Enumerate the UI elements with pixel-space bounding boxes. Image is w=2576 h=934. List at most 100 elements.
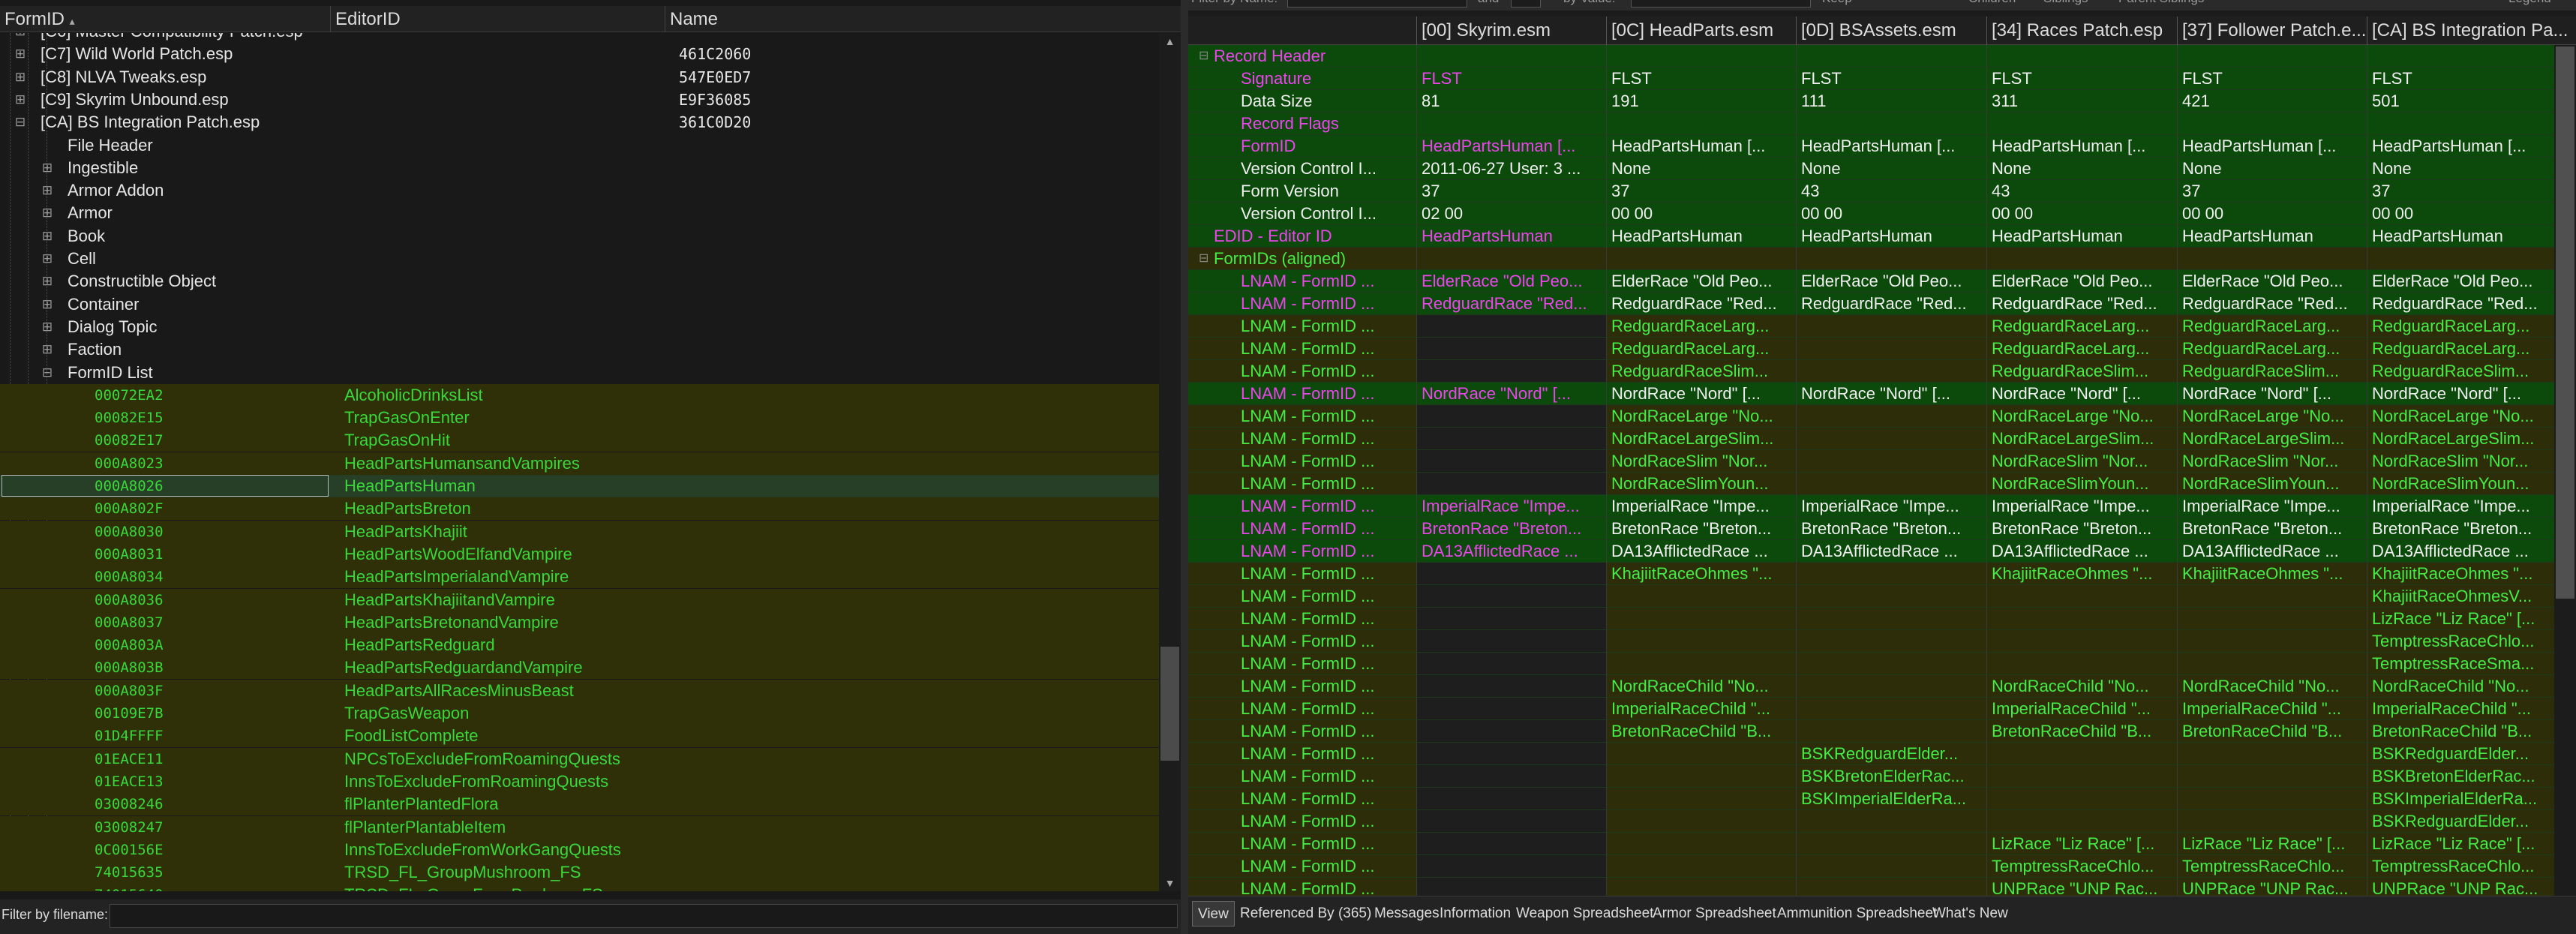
- grid-cell[interactable]: RedguardRace "Red...: [1416, 293, 1606, 315]
- grid-cell[interactable]: [1416, 45, 1606, 68]
- grid-cell[interactable]: BretonRace "Breton...: [1986, 518, 2177, 540]
- record-row[interactable]: 03008246 flPlanterPlantedFlora: [0, 793, 1159, 816]
- grid-cell[interactable]: FLST: [1606, 68, 1796, 90]
- grid-cell[interactable]: FLST: [1796, 68, 1986, 90]
- grid-cell[interactable]: [1796, 315, 1986, 338]
- grid-row[interactable]: LNAM - FormID ... KhajiitRaceOhmes "... Kh…: [1188, 563, 2554, 585]
- expand-icon[interactable]: ⊞: [41, 316, 54, 338]
- grid-cell[interactable]: NordRaceSlim "Nor...: [2367, 450, 2554, 473]
- grid-row[interactable]: LNAM - FormID ... ImperialRace "Impe... Im…: [1188, 495, 2554, 518]
- grid-cell[interactable]: [1796, 248, 1986, 270]
- filter-by-name-input[interactable]: [1287, 0, 1467, 8]
- plugin-row[interactable]: ⊞ [C9] Skyrim Unbound.esp E9F36085: [0, 89, 1159, 111]
- grid-cell[interactable]: [1416, 338, 1606, 360]
- grid-row[interactable]: FormID HeadPartsHuman [... HeadPartsHuman …: [1188, 135, 2554, 158]
- column-header-plugin[interactable]: [37] Follower Patch.e...: [2177, 17, 2367, 45]
- grid-cell[interactable]: 191: [1606, 90, 1796, 113]
- record-row[interactable]: 000A8031 HeadPartsWoodElfandVampire: [0, 542, 1159, 566]
- grid-cell[interactable]: HeadPartsHuman [...: [2177, 135, 2367, 158]
- grid-cell[interactable]: FLST: [1986, 68, 2177, 90]
- record-row[interactable]: 000A8023 HeadPartsHumansandVampires: [0, 452, 1159, 475]
- grid-cell[interactable]: [1416, 855, 1606, 878]
- grid-cell[interactable]: [1416, 113, 1606, 135]
- grid-row[interactable]: ⊟ FormIDs (aligned): [1188, 248, 2554, 270]
- grid-row[interactable]: LNAM - FormID ... RedguardRaceLarg... Redg…: [1188, 338, 2554, 360]
- grid-cell[interactable]: [1796, 45, 1986, 68]
- grid-cell[interactable]: [1416, 743, 1606, 765]
- group-row[interactable]: ⊟ FormID List: [0, 362, 1159, 384]
- grid-cell[interactable]: NordRaceLargeSlim...: [1606, 428, 1796, 450]
- expand-icon[interactable]: ⊞: [41, 338, 54, 361]
- record-row[interactable]: 000A803B HeadPartsRedguardandVampire: [0, 656, 1159, 680]
- grid-row[interactable]: LNAM - FormID ... LizRace "Liz Race" [...: [1188, 608, 2554, 630]
- grid-cell[interactable]: BretonRaceChild "B...: [2177, 720, 2367, 743]
- grid-row[interactable]: LNAM - FormID ... NordRaceChild "No... Nor…: [1188, 675, 2554, 698]
- grid-cell[interactable]: 37: [2177, 180, 2367, 203]
- grid-cell[interactable]: HeadPartsHuman: [2367, 225, 2554, 248]
- grid-cell[interactable]: RedguardRaceLarg...: [1986, 315, 2177, 338]
- grid-cell[interactable]: [1416, 653, 1606, 675]
- collapse-icon[interactable]: ⊟: [1199, 248, 1208, 269]
- grid-cell[interactable]: RedguardRace "Red...: [2367, 293, 2554, 315]
- grid-cell[interactable]: BretonRaceChild "B...: [1986, 720, 2177, 743]
- grid-cell[interactable]: LizRace "Liz Race" [...: [1986, 833, 2177, 855]
- grid-cell[interactable]: [1606, 855, 1796, 878]
- tab-messages[interactable]: Messages: [1369, 901, 1445, 926]
- grid-cell[interactable]: 37: [1606, 180, 1796, 203]
- grid-row[interactable]: LNAM - FormID ... DA13AfflictedRace ... DA…: [1188, 540, 2554, 563]
- grid-cell[interactable]: [1796, 833, 1986, 855]
- grid-row[interactable]: Record Flags: [1188, 113, 2554, 135]
- grid-cell[interactable]: [1416, 698, 1606, 720]
- grid-cell[interactable]: [1796, 878, 1986, 896]
- record-row[interactable]: 000A8026 HeadPartsHuman: [0, 475, 1159, 497]
- grid-cell[interactable]: RedguardRaceSlim...: [2177, 360, 2367, 383]
- grid-cell[interactable]: [1416, 405, 1606, 428]
- grid-cell[interactable]: ImperialRace "Impe...: [1796, 495, 1986, 518]
- grid-cell[interactable]: HeadPartsHuman: [1986, 225, 2177, 248]
- grid-row[interactable]: LNAM - FormID ... TemptressRaceChlo... Tem…: [1188, 855, 2554, 878]
- grid-cell[interactable]: ImperialRaceChild "...: [1606, 698, 1796, 720]
- grid-row[interactable]: LNAM - FormID ... BretonRace "Breton... Br…: [1188, 518, 2554, 540]
- grid-cell[interactable]: FLST: [2177, 68, 2367, 90]
- grid-cell[interactable]: [1416, 563, 1606, 585]
- grid-cell[interactable]: ElderRace "Old Peo...: [1416, 270, 1606, 293]
- grid-cell[interactable]: BSKImperialElderRa...: [1796, 788, 1986, 810]
- grid-cell[interactable]: UNPRace "UNP Rac...: [1986, 878, 2177, 896]
- grid-cell[interactable]: [1796, 810, 1986, 833]
- grid-cell[interactable]: NordRaceChild "No...: [1606, 675, 1796, 698]
- record-row[interactable]: 000A8034 HeadPartsImperialandVampire: [0, 566, 1159, 589]
- grid-cell[interactable]: HeadPartsHuman: [1416, 225, 1606, 248]
- grid-cell[interactable]: [1796, 675, 1986, 698]
- grid-cell[interactable]: [1416, 248, 1606, 270]
- grid-row[interactable]: LNAM - FormID ... TemptressRaceSma...: [1188, 653, 2554, 675]
- grid-cell[interactable]: [2177, 45, 2367, 68]
- grid-cell[interactable]: [2177, 653, 2367, 675]
- grid-cell[interactable]: ElderRace "Old Peo...: [1796, 270, 1986, 293]
- grid-cell[interactable]: [1986, 113, 2177, 135]
- grid-cell[interactable]: RedguardRace "Red...: [1986, 293, 2177, 315]
- grid-cell[interactable]: [1416, 360, 1606, 383]
- grid-cell[interactable]: RedguardRace "Red...: [1606, 293, 1796, 315]
- record-row[interactable]: 01D4FFFF FoodListComplete: [0, 725, 1159, 748]
- grid-cell[interactable]: [1606, 653, 1796, 675]
- plugin-tree[interactable]: ⊞ [C6] Master Compatibility Patch.esp ⊞ [C7…: [0, 33, 1159, 891]
- column-header-name[interactable]: Name: [665, 6, 1181, 32]
- grid-cell[interactable]: UNPRace "UNP Rac...: [2367, 878, 2554, 896]
- grid-row[interactable]: LNAM - FormID ... UNPRace "UNP Rac... UNPR…: [1188, 878, 2554, 896]
- grid-cell[interactable]: [2177, 248, 2367, 270]
- grid-cell[interactable]: [2177, 608, 2367, 630]
- grid-cell[interactable]: [1986, 585, 2177, 608]
- grid-cell[interactable]: TemptressRaceChlo...: [2367, 630, 2554, 653]
- grid-cell[interactable]: DA13AfflictedRace ...: [2367, 540, 2554, 563]
- grid-cell[interactable]: [1606, 810, 1796, 833]
- grid-cell[interactable]: [1416, 630, 1606, 653]
- plugin-row[interactable]: ⊞ [C8] NLVA Tweaks.esp 547E0ED7: [0, 66, 1159, 89]
- grid-cell[interactable]: [1986, 743, 2177, 765]
- grid-cell[interactable]: [1606, 585, 1796, 608]
- grid-cell[interactable]: [1416, 833, 1606, 855]
- tab-ammunition-spreadsheet[interactable]: Ammunition Spreadsheet: [1772, 901, 1942, 926]
- grid-cell[interactable]: [1416, 788, 1606, 810]
- grid-cell[interactable]: [1606, 45, 1796, 68]
- grid-cell[interactable]: RedguardRaceLarg...: [2177, 315, 2367, 338]
- grid-cell[interactable]: BretonRace "Breton...: [2367, 518, 2554, 540]
